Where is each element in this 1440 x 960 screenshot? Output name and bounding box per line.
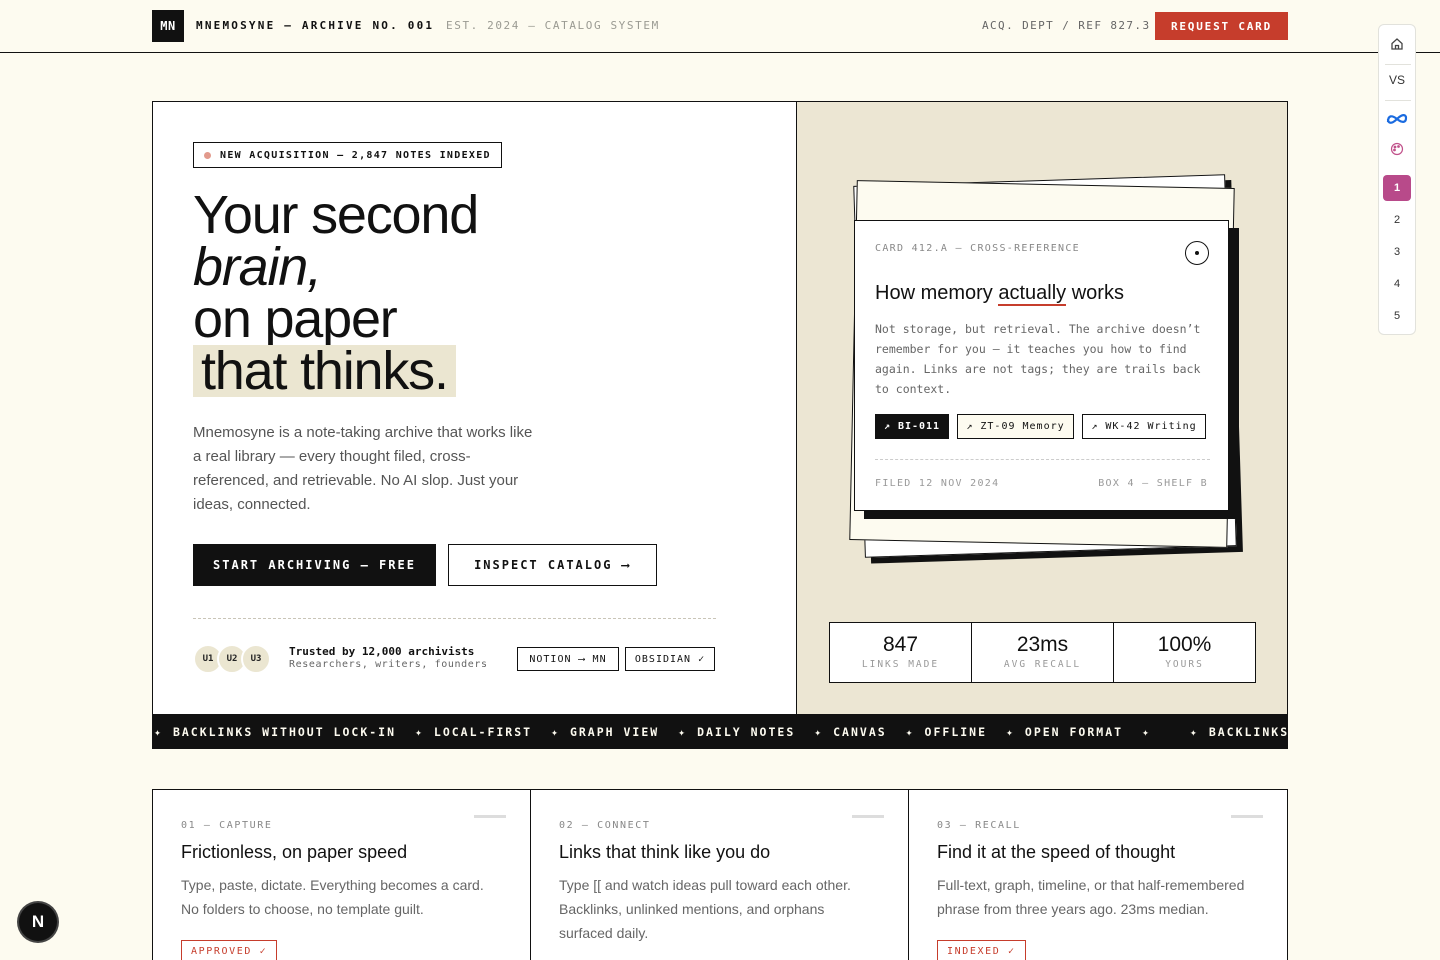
card-tag-link[interactable]: ↗ BI-011 [875,414,949,439]
feature-title: Links that think like you do [559,842,771,862]
feature-title: Find it at the speed of thought [937,842,1176,862]
rail-page-2[interactable]: 2 [1383,207,1411,233]
feature-dash [474,815,506,818]
ticker-item: DAILY NOTES [697,725,796,739]
ticker-item: CANVAS [833,725,887,739]
home-icon[interactable] [1383,31,1411,57]
headline-line-1: Your second [193,185,479,245]
card-code: CARD 412.A — CROSS-REFERENCE [875,243,1080,254]
ticker-item: OFFLINE [924,725,988,739]
card-divider [875,459,1210,460]
meta-icon[interactable] [1383,106,1411,132]
stat-ownership: 100% YOURS [1114,623,1255,682]
headline-line-3: on paper [193,289,398,349]
rail-page-4[interactable]: 4 [1383,271,1411,297]
request-card-button[interactable]: REQUEST CARD [1155,12,1288,40]
start-archiving-button[interactable]: START ARCHIVING — FREE [193,544,436,586]
feature-dash [1231,815,1263,818]
acquisition-badge-label: NEW ACQUISITION — 2,847 NOTES INDEXED [220,149,491,161]
hero-headline: Your second brain, on paper that thinks. [193,185,479,398]
card-title: How memory actually works [875,282,1124,306]
side-rail: VS 1 2 3 4 5 [1378,24,1416,335]
star-icon: ✦ [1189,725,1199,739]
notion-integration-chip[interactable]: NOTION ⟶ MN [517,647,619,671]
star-icon: ✦ [154,725,163,739]
feature-number: 03 — RECALL [937,820,1021,831]
rail-vs-item[interactable]: VS [1383,67,1411,93]
reference-label: ACQ. DEPT / REF 827.3 [982,19,1151,32]
rail-page-1[interactable]: 1 [1383,175,1411,201]
feature-capture: 01 — CAPTURE Frictionless, on paper spee… [153,790,531,960]
feature-description: Full-text, graph, timeline, or that half… [937,877,1245,917]
feature-ticker: ✦ BACKLINKS WITHOUT LOCK-IN ✦ LOCAL-FIRST … [152,715,1288,749]
obsidian-integration-chip[interactable]: OBSIDIAN ✓ [625,647,715,671]
card-body: Not storage, but retrieval. The archive … [875,322,1201,396]
headline-highlight: that thinks. [193,344,456,398]
feature-description: Type [[ and watch ideas pull toward each… [559,877,851,941]
stat-value: 23ms [1016,633,1069,656]
trust-subtitle: Researchers, writers, founders [289,659,488,670]
feature-connect: 02 — CONNECT Links that think like you d… [531,790,909,960]
divider [193,618,716,619]
established-label: EST. 2024 — CATALOG SYSTEM [446,19,660,32]
hero-left-panel: NEW ACQUISITION — 2,847 NOTES INDEXED Yo… [153,102,796,714]
stat-value: 100% [1157,633,1212,656]
card-tag-link[interactable]: ↗ ZT-09 Memory [957,414,1074,439]
card-title-underlined: actually [998,282,1067,306]
feature-description: Type, paste, dictate. Everything becomes… [181,877,484,917]
hero-section: NEW ACQUISITION — 2,847 NOTES INDEXED Yo… [152,101,1288,715]
stat-links: 847 LINKS MADE [830,623,972,682]
star-icon: ✦ [905,725,915,739]
pin-icon[interactable] [1185,241,1209,265]
ticker-track: ✦ BACKLINKS WITHOUT LOCK-IN ✦ LOCAL-FIRST … [154,725,1288,739]
dev-tools-badge[interactable]: N [19,903,57,941]
avatar: U3 [241,644,271,674]
hero-description: Mnemosyne is a note-taking archive that … [193,424,533,513]
card-tag-link[interactable]: ↗ WK-42 Writing [1082,414,1206,439]
star-icon: ✦ [1005,725,1015,739]
stats-bar: 847 LINKS MADE 23ms AVG RECALL 100% YOUR… [829,622,1256,683]
headline-line-2: brain, [193,237,322,297]
feature-number: 01 — CAPTURE [181,820,273,831]
card-location: BOX 4 — SHELF B [1098,478,1208,489]
stat-label: YOURS [1165,659,1204,670]
stat-value: 847 [882,633,919,656]
brand-name[interactable]: MNEMOSYNE — ARCHIVE NO. 001 [196,19,434,32]
ticker-item: LOCAL-FIRST [433,725,533,739]
feature-recall: 03 — RECALL Find it at the speed of thou… [909,790,1287,960]
acquisition-badge: NEW ACQUISITION — 2,847 NOTES INDEXED [193,142,502,168]
stat-recall: 23ms AVG RECALL [972,623,1114,682]
logo[interactable]: MN [152,10,184,42]
status-badge: INDEXED ✓ [937,940,1026,960]
ticker-item: BACKLINKS WITHOUT LOCK-IN [1208,725,1288,739]
stat-label: LINKS MADE [861,659,940,670]
feature-dash [852,815,884,818]
star-icon: ✦ [551,725,560,739]
rail-page-5[interactable]: 5 [1383,303,1411,329]
star-icon: ✦ [678,725,688,739]
star-icon: ✦ [1142,725,1151,739]
status-dot [204,152,211,159]
card-filed-date: FILED 12 NOV 2024 [875,478,1000,489]
rail-page-3[interactable]: 3 [1383,239,1411,265]
ticker-item: BACKLINKS WITHOUT LOCK-IN [172,725,397,739]
feature-title: Frictionless, on paper speed [181,842,408,862]
hero-right-panel: CARD 412.A — CROSS-REFERENCE How memory … [796,102,1287,714]
ticker-item: GRAPH VIEW [569,725,660,739]
ticker-item: OPEN FORMAT [1024,725,1124,739]
top-bar: MN MNEMOSYNE — ARCHIVE NO. 001 EST. 2024… [0,0,1440,53]
palette-icon[interactable] [1383,136,1411,162]
feature-number: 02 — CONNECT [559,820,651,831]
star-icon: ✦ [414,725,424,739]
star-icon: ✦ [814,725,824,739]
status-badge: APPROVED ✓ [181,940,278,960]
catalog-card[interactable]: CARD 412.A — CROSS-REFERENCE How memory … [854,220,1229,511]
trust-title: Trusted by 12,000 archivists [289,645,475,658]
features-section: 01 — CAPTURE Frictionless, on paper spee… [152,789,1288,960]
stat-label: AVG RECALL [1003,659,1082,670]
inspect-catalog-button[interactable]: INSPECT CATALOG ⟶ [448,544,657,586]
